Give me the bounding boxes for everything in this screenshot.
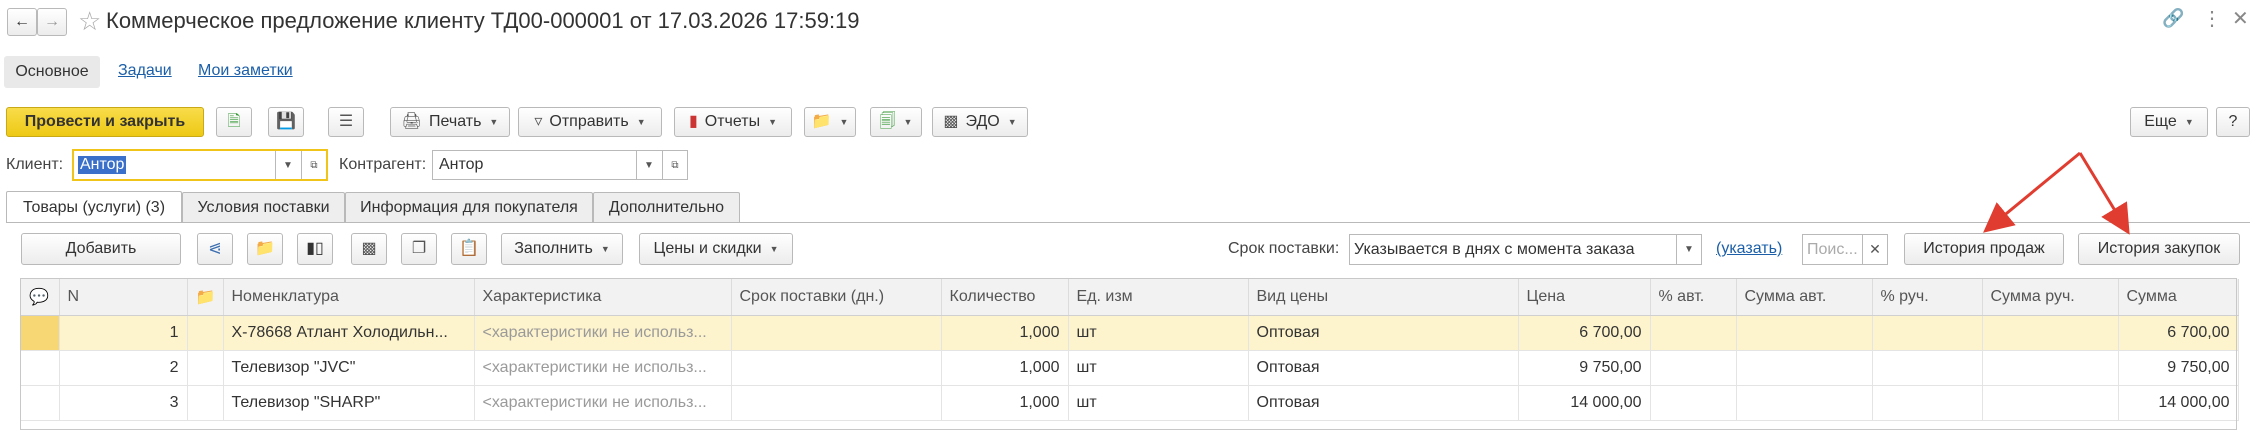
close-icon[interactable]: ✕: [2232, 6, 2249, 31]
sales-history-button[interactable]: История продаж: [1904, 233, 2064, 265]
arrow-right-icon: →: [44, 13, 60, 30]
help-button[interactable]: ?: [2216, 107, 2250, 137]
scanner-button[interactable]: ▩: [351, 233, 387, 265]
arrow-left-icon: ←: [14, 13, 30, 30]
specify-link[interactable]: (указать): [1716, 240, 1782, 258]
nav-tasks[interactable]: Задачи: [118, 62, 172, 80]
save-button[interactable]: 💾: [268, 107, 304, 137]
more-button[interactable]: Еще ▼: [2130, 107, 2208, 137]
column-header[interactable]: Ед. изм: [1068, 279, 1249, 316]
list-button[interactable]: ☰: [328, 107, 364, 137]
folder-column-header[interactable]: 📁: [187, 279, 224, 316]
open-icon[interactable]: ⧉: [662, 151, 687, 179]
chevron-down-icon[interactable]: ▼: [275, 151, 300, 179]
column-header[interactable]: Количество: [941, 279, 1069, 316]
edo-button[interactable]: ▩ ЭДО ▼: [932, 107, 1028, 137]
paste-button[interactable]: 📋: [451, 233, 487, 265]
list-icon: ☰: [338, 113, 354, 130]
table-row[interactable]: 2 Телевизор "JVC" <характеристики не исп…: [21, 350, 2239, 386]
nav-notes[interactable]: Мои заметки: [198, 62, 293, 80]
barcode-icon: ▮▯: [306, 240, 324, 257]
clear-icon[interactable]: ✕: [1862, 235, 1887, 264]
open-icon[interactable]: ⧉: [301, 151, 326, 179]
table-row[interactable]: 1 Х-78668 Атлант Холодильн... <характери…: [21, 315, 2239, 351]
column-header[interactable]: Сумма: [2118, 279, 2239, 316]
page-title: Коммерческое предложение клиенту ТД00-00…: [106, 8, 860, 33]
chart-icon: ▮: [688, 113, 698, 130]
barcode-button[interactable]: ▮▯: [297, 233, 333, 265]
send-button[interactable]: ▿ Отправить ▼: [518, 107, 662, 137]
table-row[interactable]: 3 Телевизор "SHARP" <характеристики не и…: [21, 385, 2239, 421]
post-and-close-button[interactable]: Провести и закрыть: [6, 107, 204, 137]
column-header[interactable]: Срок поставки (дн.): [731, 279, 942, 316]
counterparty-value: Антор: [439, 156, 484, 173]
column-header[interactable]: % авт.: [1650, 279, 1737, 316]
printer-icon: 🖨: [401, 113, 422, 130]
column-header[interactable]: Сумма руч.: [1982, 279, 2119, 316]
save-icon: 💾: [276, 113, 296, 130]
annotation-arrows: [1983, 151, 2130, 235]
comment-icon: 💬: [29, 289, 49, 306]
pick-button[interactable]: 📁: [247, 233, 283, 265]
column-header[interactable]: N: [59, 279, 188, 316]
tab-additional[interactable]: Дополнительно: [593, 192, 740, 223]
reports-button[interactable]: ▮ Отчеты ▼: [674, 107, 792, 137]
paste-icon: 📋: [459, 240, 479, 257]
prices-discounts-button[interactable]: Цены и скидки ▼: [639, 233, 793, 265]
star-icon[interactable]: ☆: [78, 6, 101, 37]
counterparty-field[interactable]: Антор ▼ ⧉: [432, 150, 688, 180]
purchase-history-button[interactable]: История закупок: [2078, 233, 2240, 265]
tab-delivery-terms[interactable]: Условия поставки: [182, 192, 345, 223]
document-check-icon: 🗎: [227, 113, 241, 130]
nav-main-label: Основное: [15, 63, 89, 80]
tab-buyer-info[interactable]: Информация для покупателя: [345, 192, 593, 223]
structure-button[interactable]: ⪗: [197, 233, 233, 265]
column-header[interactable]: % руч.: [1872, 279, 1983, 316]
table-header: 💬 N 📁 Номенклатура Характеристика Срок п…: [21, 279, 2239, 316]
copy-icon: ❐: [411, 240, 427, 257]
client-value: Антор: [78, 156, 127, 174]
client-field[interactable]: Антор ▼ ⧉: [72, 149, 328, 181]
column-header[interactable]: Вид цены: [1248, 279, 1519, 316]
link-icon[interactable]: 🔗: [2162, 8, 2184, 29]
copy-button[interactable]: ❐: [401, 233, 437, 265]
arrow-to-sales-history: [1983, 151, 2081, 233]
vertical-dots-icon[interactable]: ⋮: [2202, 6, 2222, 31]
print-button[interactable]: 🖨 Печать ▼: [390, 107, 510, 137]
client-label: Клиент:: [6, 156, 64, 173]
forward-button[interactable]: →: [37, 8, 67, 36]
column-header[interactable]: Цена: [1518, 279, 1651, 316]
back-button[interactable]: ←: [7, 8, 37, 36]
related-documents-button[interactable]: 🗐 ▼: [870, 107, 922, 137]
delivery-term-label: Срок поставки:: [1228, 240, 1340, 257]
chevron-down-icon[interactable]: ▼: [636, 151, 661, 179]
edo-icon: ▩: [943, 113, 959, 130]
column-header[interactable]: Сумма авт.: [1736, 279, 1873, 316]
nav-main[interactable]: Основное: [4, 56, 100, 88]
folder-icon: 📁: [195, 289, 216, 306]
tab-underline: [6, 222, 2250, 223]
chevron-down-icon[interactable]: ▼: [1676, 235, 1701, 264]
goods-table[interactable]: 💬 N 📁 Номенклатура Характеристика Срок п…: [21, 279, 2239, 421]
documents-icon: 🗐: [879, 113, 896, 130]
delivery-term-field[interactable]: Указывается в днях с момента заказа ▼: [1349, 234, 1702, 265]
tab-goods[interactable]: Товары (услуги) (3): [6, 191, 182, 223]
counterparty-label: Контрагент:: [339, 156, 427, 173]
comment-column-header[interactable]: 💬: [21, 279, 60, 316]
column-header[interactable]: Характеристика: [474, 279, 732, 316]
send-icon: ▿: [534, 113, 543, 130]
fill-button[interactable]: Заполнить ▼: [501, 233, 623, 265]
add-button[interactable]: Добавить: [21, 233, 181, 265]
arrow-to-purchase-history: [2078, 152, 2130, 235]
share-icon: ⪗: [208, 240, 222, 257]
post-button[interactable]: 🗎: [216, 107, 252, 137]
search-input[interactable]: Поис... ✕: [1802, 234, 1888, 265]
folder-icon: 📁: [255, 240, 275, 257]
create-based-on-button[interactable]: 📁 ▼: [804, 107, 856, 137]
scanner-icon: ▩: [361, 240, 377, 257]
column-header[interactable]: Номенклатура: [223, 279, 475, 316]
folder-icon: 📁: [811, 113, 832, 130]
